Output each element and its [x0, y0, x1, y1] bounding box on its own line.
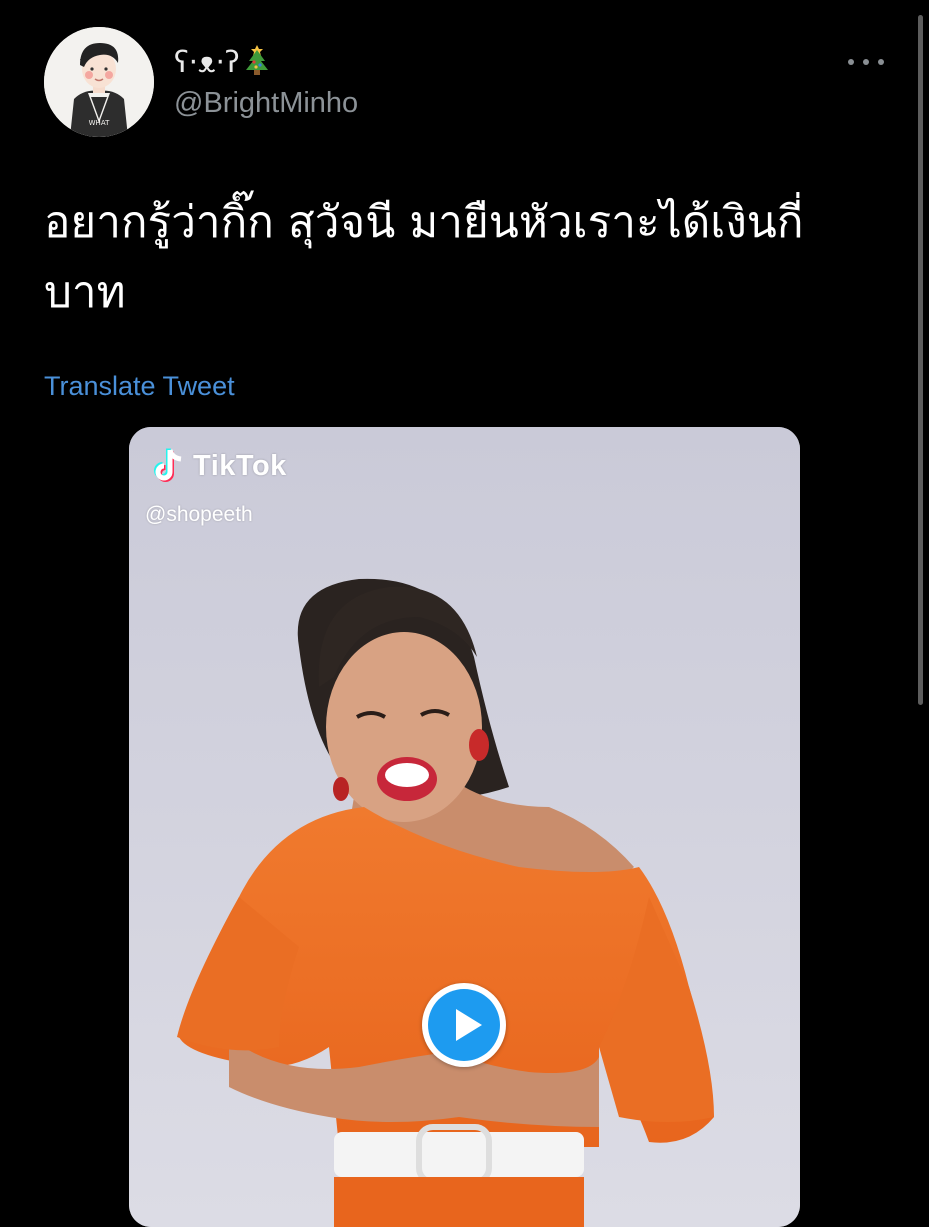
more-dot: [863, 59, 869, 65]
video-thumbnail: [129, 427, 800, 1227]
author-handle[interactable]: @BrightMinho: [174, 86, 358, 120]
display-name-text: ʕ·ᴥ·ʔ: [174, 45, 240, 79]
play-icon: [456, 1009, 482, 1041]
christmas-tree-icon: [242, 44, 272, 83]
tiktok-watermark: TikTok: [153, 447, 287, 485]
tweet-container: WHAT ʕ·ᴥ·ʔ @BrightMinho อยากรู้ว่ากิ๊ก ส…: [0, 0, 929, 1227]
tweet-video-card[interactable]: TikTok @shopeeth: [129, 427, 800, 1227]
tiktok-logo-icon: [154, 448, 182, 482]
svg-text:WHAT: WHAT: [89, 119, 110, 127]
author-display-name[interactable]: ʕ·ᴥ·ʔ: [174, 44, 272, 83]
tiktok-username: @shopeeth: [145, 503, 253, 526]
author-avatar[interactable]: WHAT: [44, 27, 154, 137]
more-dot: [848, 59, 854, 65]
translate-tweet-link[interactable]: Translate Tweet: [44, 370, 235, 402]
play-button[interactable]: [422, 983, 506, 1067]
more-options-icon[interactable]: [848, 52, 884, 72]
tweet-text: อยากรู้ว่ากิ๊ก สุวัจนี มายืนหัวเราะได้เง…: [44, 197, 804, 318]
scrollbar[interactable]: [918, 15, 923, 705]
more-dot: [878, 59, 884, 65]
tiktok-brand-text: TikTok: [193, 449, 287, 482]
avatar-portrait-icon: WHAT: [44, 27, 154, 137]
